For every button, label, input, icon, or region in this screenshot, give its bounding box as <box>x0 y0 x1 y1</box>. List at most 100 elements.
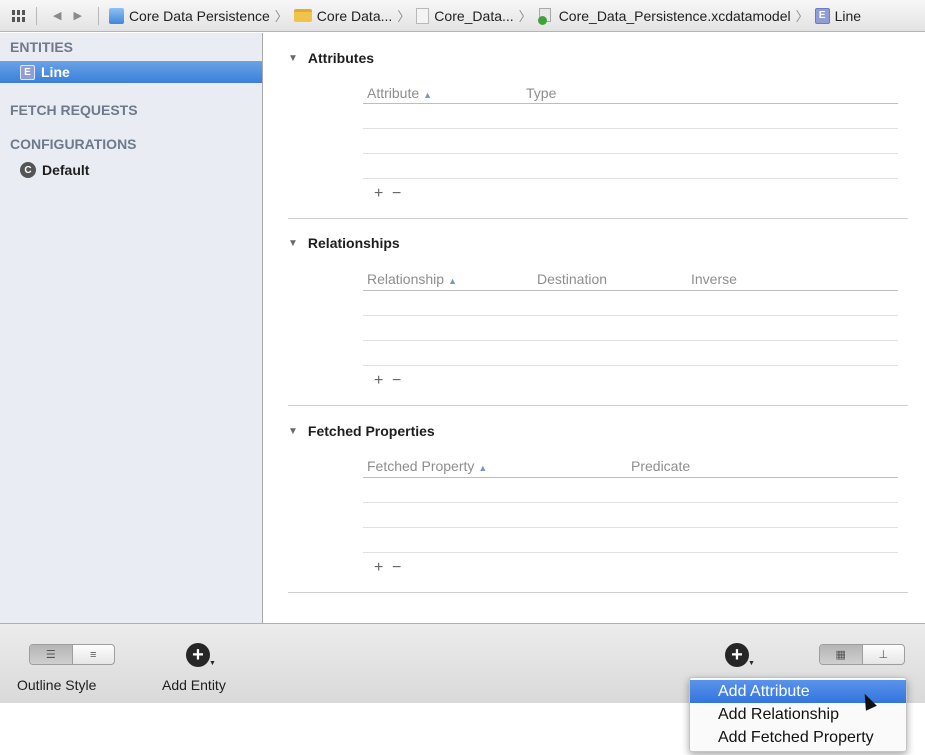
forward-arrow-icon[interactable]: ▶ <box>67 9 87 22</box>
sort-ascending-icon: ▲ <box>448 276 457 286</box>
column-label: Inverse <box>691 271 737 287</box>
file-icon <box>416 7 430 24</box>
editor-style-control: ▦ ⊥ <box>819 644 905 665</box>
flat-outline-icon[interactable]: ☰ <box>30 645 72 664</box>
section-title: Relationships <box>307 235 400 251</box>
back-arrow-icon[interactable]: ◀ <box>47 9 67 22</box>
column-label: Fetched Property <box>367 458 475 474</box>
breadcrumb-label: Line <box>834 7 862 24</box>
add-entity-button[interactable]: + <box>186 643 210 667</box>
breadcrumb-label: Core Data Persistence <box>128 7 270 24</box>
folder-icon <box>293 9 312 22</box>
attribute-add-remove: + − <box>374 185 410 203</box>
section-title: Fetched Properties <box>307 423 435 439</box>
fetch-requests-header: FETCH REQUESTS <box>10 102 138 118</box>
add-fetched-property-plus-icon[interactable]: + <box>374 559 392 577</box>
add-relationship-plus-icon[interactable]: + <box>374 372 392 390</box>
breadcrumb-entity[interactable]: E Line <box>814 7 862 24</box>
dropdown-arrow-icon: ▼ <box>209 660 216 667</box>
attributes-section-header[interactable]: ▼ Attributes <box>288 50 374 66</box>
data-model-icon <box>537 7 554 25</box>
breadcrumb-folder[interactable]: Core Data... <box>293 7 393 24</box>
column-label: Predicate <box>631 458 691 474</box>
configurations-header: CONFIGURATIONS <box>10 136 137 152</box>
column-header-destination[interactable]: Destination <box>537 271 607 287</box>
outline-style-control: ☰ ≡ <box>29 644 115 665</box>
entities-header: ENTITIES <box>10 39 74 55</box>
entity-editor: ▼ Attributes Attribute ▲ Type + − ▼ Relati… <box>264 33 925 623</box>
remove-fetched-property-minus-icon[interactable]: − <box>392 559 410 577</box>
section-title: Attributes <box>307 50 375 66</box>
column-header-relationship[interactable]: Relationship ▲ <box>367 271 457 287</box>
breadcrumb-label: Core_Data... <box>434 7 514 24</box>
configuration-item-default[interactable]: C Default <box>0 159 262 181</box>
row-divider <box>363 315 898 316</box>
row-divider <box>363 552 898 553</box>
section-divider <box>288 405 908 406</box>
column-label: Attribute <box>367 85 420 101</box>
breadcrumb-label: Core_Data_Persistence.xcdatamodel <box>558 7 791 24</box>
column-header-inverse[interactable]: Inverse <box>691 271 737 287</box>
row-divider <box>363 527 898 528</box>
table-style-icon[interactable]: ▦ <box>820 645 862 664</box>
fetched-properties-section-header[interactable]: ▼ Fetched Properties <box>288 423 435 439</box>
table-header-divider <box>363 290 898 291</box>
section-divider <box>288 218 908 219</box>
table-header-divider <box>363 477 898 478</box>
sort-ascending-icon: ▲ <box>423 90 433 100</box>
dropdown-arrow-icon: ▼ <box>748 660 755 667</box>
chevron-right-icon: 〉 <box>397 9 411 24</box>
remove-relationship-minus-icon[interactable]: − <box>392 372 410 390</box>
column-label: Destination <box>537 271 608 287</box>
model-outline-sidebar: ENTITIES E Line FETCH REQUESTS CONFIGURA… <box>0 33 263 623</box>
breadcrumb-project[interactable]: Core Data Persistence <box>108 7 270 24</box>
row-divider <box>363 153 898 154</box>
entity-label: Line <box>41 64 70 80</box>
entity-icon: E <box>20 64 35 80</box>
table-header-divider <box>363 103 898 104</box>
related-items-icon[interactable] <box>12 9 26 22</box>
row-divider <box>363 178 898 179</box>
column-label: Type <box>526 85 557 101</box>
column-header-type[interactable]: Type <box>526 85 556 101</box>
breadcrumb-group[interactable]: Core_Data... <box>416 7 514 24</box>
project-icon <box>108 7 124 24</box>
row-divider <box>363 502 898 503</box>
relationship-add-remove: + − <box>374 372 410 390</box>
column-header-attribute[interactable]: Attribute ▲ <box>367 85 432 101</box>
add-entity-label: Add Entity <box>162 677 226 693</box>
column-header-predicate[interactable]: Predicate <box>631 458 690 474</box>
sort-ascending-icon: ▲ <box>478 463 488 473</box>
graph-style-icon[interactable]: ⊥ <box>861 645 905 664</box>
disclosure-triangle-icon[interactable]: ▼ <box>288 238 298 249</box>
disclosure-triangle-icon[interactable]: ▼ <box>288 426 298 437</box>
add-attribute-plus-icon[interactable]: + <box>374 185 392 203</box>
configuration-label: Default <box>42 162 90 178</box>
row-divider <box>363 340 898 341</box>
fetched-property-add-remove: + − <box>374 559 410 577</box>
row-divider <box>363 365 898 366</box>
divider <box>97 6 99 25</box>
section-divider <box>288 592 908 593</box>
divider <box>36 6 37 25</box>
entity-icon: E <box>814 7 830 24</box>
relationships-section-header[interactable]: ▼ Relationships <box>288 235 400 251</box>
hierarchical-outline-icon[interactable]: ≡ <box>71 645 115 664</box>
column-header-fetched-property[interactable]: Fetched Property ▲ <box>367 458 487 474</box>
chevron-right-icon: 〉 <box>518 9 532 24</box>
jump-bar: ◀ ▶ Core Data Persistence 〉 Core Data...… <box>0 0 925 32</box>
column-label: Relationship <box>367 271 445 287</box>
breadcrumb-model[interactable]: Core_Data_Persistence.xcdatamodel <box>537 7 791 25</box>
outline-style-label: Outline Style <box>17 677 97 693</box>
configuration-icon: C <box>20 162 36 178</box>
chevron-right-icon: 〉 <box>795 9 809 24</box>
add-property-menu: Add Attribute Add Relationship Add Fetch… <box>689 677 907 752</box>
entity-item-line[interactable]: E Line <box>0 61 262 83</box>
remove-attribute-minus-icon[interactable]: − <box>392 185 410 203</box>
row-divider <box>363 128 898 129</box>
menu-item-add-fetched-property[interactable]: Add Fetched Property <box>690 726 906 749</box>
add-attribute-button[interactable]: + <box>725 643 749 667</box>
breadcrumb-label: Core Data... <box>316 7 393 24</box>
disclosure-triangle-icon[interactable]: ▼ <box>288 53 298 64</box>
chevron-right-icon: 〉 <box>274 9 288 24</box>
